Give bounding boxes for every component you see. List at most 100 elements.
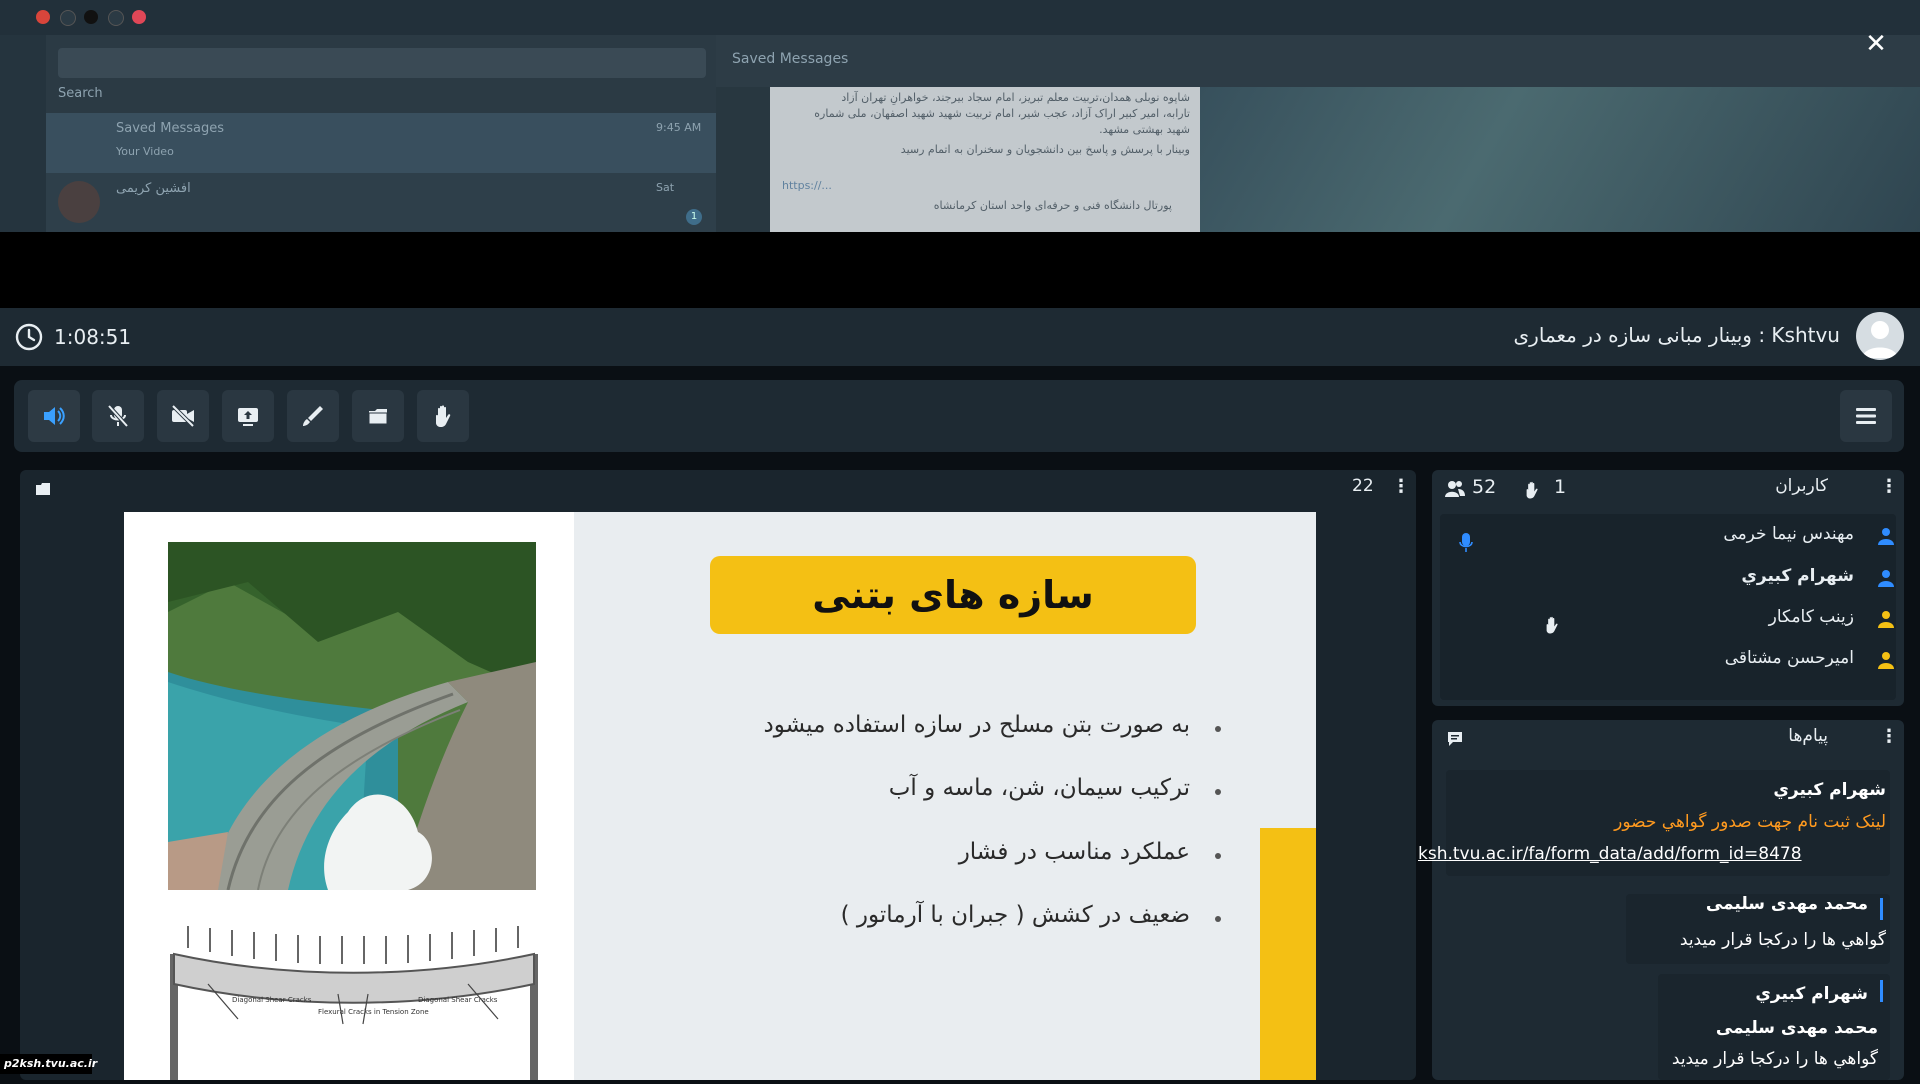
slide-title: سازه های بتنی: [812, 573, 1094, 617]
messages-pod-title: پیام‌ها: [1788, 726, 1828, 746]
diagram-label: Diagonal Shear Cracks: [418, 996, 498, 1004]
chat-row-time: 9:45 AM: [656, 121, 702, 134]
chat-row-name: Saved Messages: [116, 121, 225, 136]
user-name[interactable]: مهندس نیما خرمی: [1723, 524, 1854, 544]
dam-photo: [168, 542, 536, 890]
hand-icon: [436, 405, 451, 427]
mic-off-icon: [107, 404, 129, 428]
unread-badge: 1: [686, 209, 702, 225]
telegram-search-placeholder: Search: [58, 86, 103, 101]
slide-bullet: به صورت بتن مسلح در سازه استفاده میشود: [763, 712, 1190, 738]
meeting-timer: 1:08:51: [54, 325, 132, 349]
slide-bullet: ترکیب سیمان، شن، ماسه و آب: [888, 775, 1190, 801]
window-dot-icon: [36, 10, 50, 24]
camera-button[interactable]: [157, 390, 209, 442]
users-pod-title: کاربران: [1775, 476, 1828, 496]
message-line: شهید بهشتی مشهد.: [1099, 123, 1190, 136]
telegram-chat-row: Saved Messages 9:45 AM Your Video: [46, 113, 716, 173]
background-titlebar: [0, 0, 1920, 35]
quoted-sender: محمد مهدی سلیمی: [1715, 1018, 1878, 1038]
window-dot-icon: [108, 10, 124, 26]
user-name[interactable]: امیرحسن مشتاقی: [1725, 648, 1854, 668]
quote-bar: [1880, 898, 1883, 920]
camera-off-icon: [171, 404, 195, 428]
user-avatar-icon: [1862, 321, 1898, 358]
share-screen-button[interactable]: [222, 390, 274, 442]
user-name[interactable]: شهرام کبیري: [1741, 566, 1854, 586]
registration-link[interactable]: ksh.tvu.ac.ir/fa/form_data/add/form_id=8…: [1418, 844, 1802, 864]
message-sender: شهرام کبیري: [1755, 984, 1868, 1004]
window-dot-icon: [132, 10, 146, 24]
diagram-label: Diagonal Shear Cracks: [232, 996, 312, 1004]
users-pod-options-icon[interactable]: ⋮: [1880, 476, 1898, 497]
chat-header-title: Saved Messages: [732, 51, 849, 67]
user-count: 52: [1472, 476, 1497, 498]
users-icon: [1445, 481, 1465, 497]
diagram-label: Flexural Cracks in Tension Zone: [318, 1008, 429, 1016]
message-link: https://...: [782, 179, 832, 192]
folder-icon: [368, 409, 388, 425]
slide-title-box: سازه های بتنی: [710, 556, 1196, 634]
message-text: لینک ثبت نام جهت صدور گواهي حضور: [1614, 812, 1886, 832]
hand-icon: [1526, 481, 1538, 499]
site-watermark: p2ksh.tvu.ac.ir: [0, 1054, 97, 1074]
user-host-icon: [1878, 570, 1894, 587]
mic-active-icon: [1459, 533, 1473, 552]
speaker-icon: [44, 407, 65, 425]
user-participant-icon: [1878, 652, 1894, 669]
message-line: پورتال دانشگاه فنی و حرفه‌ای واحد استان …: [933, 199, 1172, 212]
draw-button[interactable]: [287, 390, 339, 442]
speaker-button[interactable]: [28, 390, 80, 442]
chat-row-time: Sat: [656, 181, 675, 194]
avatar: [58, 181, 100, 223]
files-button[interactable]: [352, 390, 404, 442]
hamburger-icon: [1856, 408, 1876, 424]
raised-hand-icon: [1546, 616, 1558, 634]
raise-hand-button[interactable]: [417, 390, 469, 442]
message-text: گواهي ها را درکجا قرار میدید: [1679, 930, 1886, 950]
telegram-chat-header: Saved Messages: [716, 35, 1920, 87]
bullet-dot: [1215, 726, 1221, 732]
telegram-search-box: Search: [58, 48, 706, 101]
user-host-icon: [1878, 528, 1894, 545]
message-sender: محمد مهدی سلیمی: [1705, 894, 1868, 914]
slide-bullet: ضعیف در کشش ( جبران با آرماتور ): [840, 902, 1190, 928]
clock-icon: [15, 323, 43, 351]
telegram-message-bubble: شاپوه نوبلی همدان،تربیت معلم تبریز، امام…: [770, 87, 1202, 232]
messages-pod-options-icon[interactable]: ⋮: [1880, 726, 1898, 747]
telegram-wallpaper: [1200, 87, 1920, 232]
background-desktop: Search Saved Messages 9:45 AM Your Video…: [0, 0, 1920, 232]
bullet-dot: [1215, 789, 1221, 795]
window-dot-icon: [60, 10, 76, 26]
raised-hand-count: 1: [1554, 476, 1567, 498]
folder-icon: [36, 483, 50, 495]
page-count: 22: [1352, 476, 1374, 496]
quote-bar: [1880, 980, 1883, 1002]
chat-row-preview: Your Video: [116, 145, 174, 158]
chat-row-name: افشین کریمی: [116, 181, 191, 196]
beam-diagram: Diagonal Shear Cracks Flexural Cracks in…: [168, 924, 540, 1080]
share-pod-options-icon[interactable]: ⋮: [1392, 476, 1410, 497]
slide-bullet: عملکرد مناسب در فشار: [958, 839, 1190, 865]
dam-image: [168, 542, 536, 890]
meeting-title: Kshtvu : وبینار مبانی سازه در معماری: [1513, 323, 1840, 347]
user-name[interactable]: زینب کامکار: [1769, 607, 1854, 627]
menu-button[interactable]: [1840, 390, 1892, 442]
bullet-dot: [1215, 853, 1221, 859]
bullet-dot: [1215, 916, 1221, 922]
message-sender: شهرام کبیري: [1773, 780, 1886, 800]
message-line: وبینار با پرسش و پاسخ بین دانشجویان و سخ…: [900, 143, 1190, 156]
telegram-sidebar: [0, 35, 46, 232]
avatar[interactable]: [1856, 312, 1904, 360]
slide-accent-bar: [1260, 828, 1316, 1080]
letterbox-band: [0, 232, 1920, 308]
telegram-chat-row: افشین کریمی Sat 1: [46, 173, 716, 232]
user-participant-icon: [1878, 611, 1894, 628]
window-dot-icon: [84, 10, 98, 24]
chat-icon: [1448, 732, 1462, 746]
message-line: تارابه، امیر کبیر اراک آزاد، عجب شیر، ام…: [814, 107, 1190, 120]
quoted-text: گواهي ها را درکجا قرار میدید: [1671, 1049, 1878, 1069]
share-screen-icon: [238, 408, 258, 426]
close-icon[interactable]: ✕: [1862, 30, 1890, 58]
mic-button[interactable]: [92, 390, 144, 442]
